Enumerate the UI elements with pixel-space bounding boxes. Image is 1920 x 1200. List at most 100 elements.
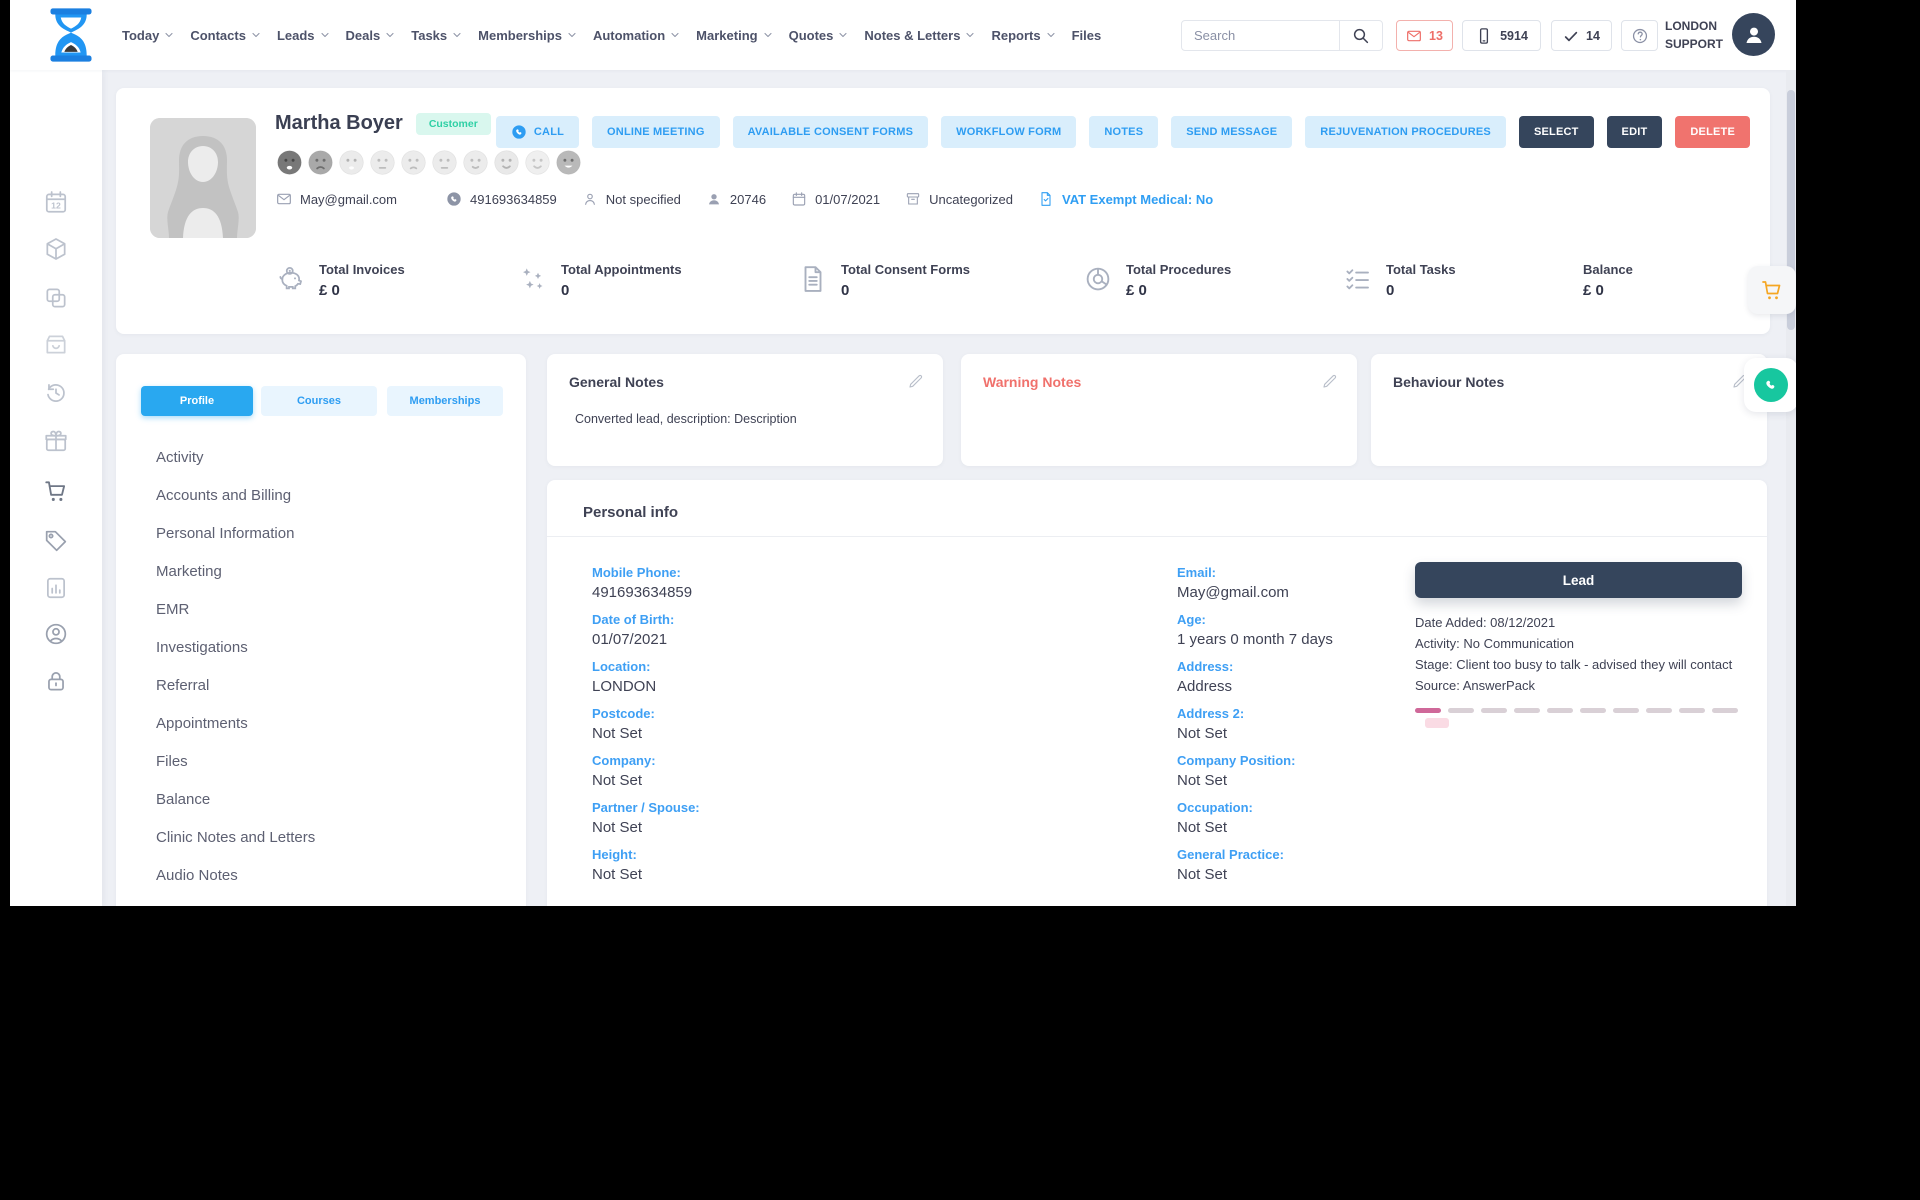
rejuvenation-procedures-button[interactable]: REJUVENATION PROCEDURES bbox=[1305, 116, 1506, 148]
stage-dash[interactable] bbox=[1613, 708, 1639, 713]
chevron-down-icon bbox=[568, 32, 576, 38]
stage-dash[interactable] bbox=[1646, 708, 1672, 713]
lead-status-button[interactable]: Lead bbox=[1415, 562, 1742, 598]
edit-pencil-icon[interactable] bbox=[1321, 372, 1339, 390]
nav-item-notes-letters[interactable]: Notes & Letters bbox=[864, 28, 976, 43]
send-message-button[interactable]: SEND MESSAGE bbox=[1171, 116, 1293, 148]
rail-report-chart-icon[interactable] bbox=[43, 575, 69, 601]
menu-item-audio-notes[interactable]: Audio Notes bbox=[156, 856, 315, 894]
stage-dash[interactable] bbox=[1448, 708, 1474, 713]
mobile-phone-icon bbox=[1480, 27, 1489, 44]
field-value: Not Set bbox=[1177, 819, 1228, 836]
menu-item-drinks[interactable]: Drinks bbox=[156, 894, 315, 907]
mood-face-sad-icon[interactable] bbox=[338, 149, 365, 176]
nav-item-files[interactable]: Files bbox=[1072, 28, 1102, 43]
general-notes-title: General Notes bbox=[569, 374, 664, 390]
customer-phone[interactable]: 491693634859 bbox=[422, 191, 557, 207]
available-consent-forms-button[interactable]: AVAILABLE CONSENT FORMS bbox=[732, 116, 929, 148]
nav-item-quotes[interactable]: Quotes bbox=[789, 28, 850, 43]
scrollbar-track[interactable] bbox=[1786, 70, 1796, 906]
button-label: EDIT bbox=[1621, 126, 1648, 138]
rail-copy-icon[interactable] bbox=[43, 285, 69, 311]
envelope-icon bbox=[1407, 30, 1421, 41]
menu-item-emr[interactable]: EMR bbox=[156, 590, 315, 628]
mood-face-very-unhappy-icon[interactable] bbox=[276, 149, 303, 176]
edit-pencil-icon[interactable] bbox=[907, 372, 925, 390]
floating-cart-button[interactable] bbox=[1748, 266, 1796, 314]
mood-face-indifferent-icon[interactable] bbox=[431, 149, 458, 176]
menu-item-referral[interactable]: Referral bbox=[156, 666, 315, 704]
customer-category[interactable]: Uncategorized bbox=[905, 191, 1013, 207]
mood-face-pleased-icon[interactable] bbox=[524, 149, 551, 176]
rail-price-tag-icon[interactable] bbox=[43, 528, 69, 554]
rail-lock-icon[interactable] bbox=[43, 668, 69, 694]
rail-product-box-icon[interactable] bbox=[43, 331, 69, 357]
menu-item-personal-information[interactable]: Personal Information bbox=[156, 514, 315, 552]
select-button[interactable]: SELECT bbox=[1518, 116, 1594, 148]
nav-item-tasks[interactable]: Tasks bbox=[411, 28, 463, 43]
rail-cart-icon[interactable] bbox=[43, 478, 69, 504]
tasks-notifications-button[interactable]: 14 bbox=[1551, 20, 1612, 51]
lead-stage: Stage: Client too busy to talk - advised… bbox=[1415, 657, 1733, 672]
edit-button[interactable]: EDIT bbox=[1606, 116, 1663, 148]
menu-item-files[interactable]: Files bbox=[156, 742, 315, 780]
menu-item-appointments[interactable]: Appointments bbox=[156, 704, 315, 742]
vat-exempt-medical[interactable]: VAT Exempt Medical: No bbox=[1038, 191, 1213, 207]
nav-item-automation[interactable]: Automation bbox=[593, 28, 681, 43]
search-input[interactable] bbox=[1182, 21, 1339, 50]
chevron-down-icon bbox=[966, 32, 975, 38]
user-menu-avatar[interactable] bbox=[1732, 13, 1775, 56]
mood-face-happy-icon[interactable] bbox=[493, 149, 520, 176]
customer-email[interactable]: May@gmail.com bbox=[276, 191, 397, 207]
rail-calendar-12-icon[interactable] bbox=[43, 189, 69, 215]
nav-label: Tasks bbox=[411, 27, 448, 43]
rail-cube-icon[interactable] bbox=[43, 236, 69, 262]
nav-item-reports[interactable]: Reports bbox=[991, 28, 1056, 43]
rail-history-icon[interactable] bbox=[43, 380, 69, 406]
rail-account-circle-icon[interactable] bbox=[43, 621, 69, 647]
nav-item-marketing[interactable]: Marketing bbox=[696, 28, 773, 43]
warning-notes-card: Warning Notes bbox=[961, 354, 1357, 466]
menu-item-investigations[interactable]: Investigations bbox=[156, 628, 315, 666]
menu-item-clinic-notes-and-letters[interactable]: Clinic Notes and Letters bbox=[156, 818, 315, 856]
app-logo-hourglass-icon[interactable] bbox=[42, 6, 100, 64]
tab-profile[interactable]: Profile bbox=[141, 386, 253, 416]
lead-activity: Activity: No Communication bbox=[1415, 636, 1574, 651]
rail-gift-icon[interactable] bbox=[43, 428, 69, 454]
nav-label: Quotes bbox=[788, 27, 834, 43]
nav-label: Today bbox=[122, 27, 160, 43]
nav-item-today[interactable]: Today bbox=[122, 28, 175, 43]
stage-dash[interactable] bbox=[1514, 708, 1540, 713]
menu-item-balance[interactable]: Balance bbox=[156, 780, 315, 818]
stage-dash[interactable] bbox=[1712, 708, 1738, 713]
mood-face-unhappy-icon[interactable] bbox=[307, 149, 334, 176]
stage-dash[interactable] bbox=[1580, 708, 1606, 713]
stage-dash[interactable] bbox=[1547, 708, 1573, 713]
mood-face-neutral-icon[interactable] bbox=[369, 149, 396, 176]
mood-face-very-happy-icon[interactable] bbox=[555, 149, 582, 176]
nav-item-memberships[interactable]: Memberships bbox=[478, 28, 578, 43]
mail-notifications-button[interactable]: 13 bbox=[1396, 20, 1453, 51]
menu-item-accounts-and-billing[interactable]: Accounts and Billing bbox=[156, 476, 315, 514]
call-button[interactable]: CALL bbox=[495, 116, 580, 148]
floating-whatsapp-button[interactable] bbox=[1744, 358, 1796, 412]
mood-face-slightly-happy-icon[interactable] bbox=[462, 149, 489, 176]
menu-item-activity[interactable]: Activity bbox=[156, 438, 315, 476]
nav-item-contacts[interactable]: Contacts bbox=[190, 28, 262, 43]
tab-memberships[interactable]: Memberships bbox=[387, 386, 503, 416]
online-meeting-button[interactable]: ONLINE MEETING bbox=[592, 116, 720, 148]
tab-courses[interactable]: Courses bbox=[261, 386, 377, 416]
stage-dash[interactable] bbox=[1481, 708, 1507, 713]
search-button[interactable] bbox=[1339, 21, 1382, 50]
menu-item-marketing[interactable]: Marketing bbox=[156, 552, 315, 590]
nav-item-deals[interactable]: Deals bbox=[346, 28, 397, 43]
workflow-form-button[interactable]: WORKFLOW FORM bbox=[941, 116, 1077, 148]
nav-item-leads[interactable]: Leads bbox=[277, 28, 331, 43]
stage-dash[interactable] bbox=[1679, 708, 1705, 713]
mood-face-slightly-sad-icon[interactable] bbox=[400, 149, 427, 176]
help-button[interactable] bbox=[1621, 20, 1658, 51]
phone-notifications-button[interactable]: 5914 bbox=[1462, 20, 1541, 51]
stage-dash[interactable] bbox=[1415, 708, 1441, 713]
notes-button[interactable]: NOTES bbox=[1089, 116, 1159, 148]
delete-button[interactable]: DELETE bbox=[1675, 116, 1750, 148]
